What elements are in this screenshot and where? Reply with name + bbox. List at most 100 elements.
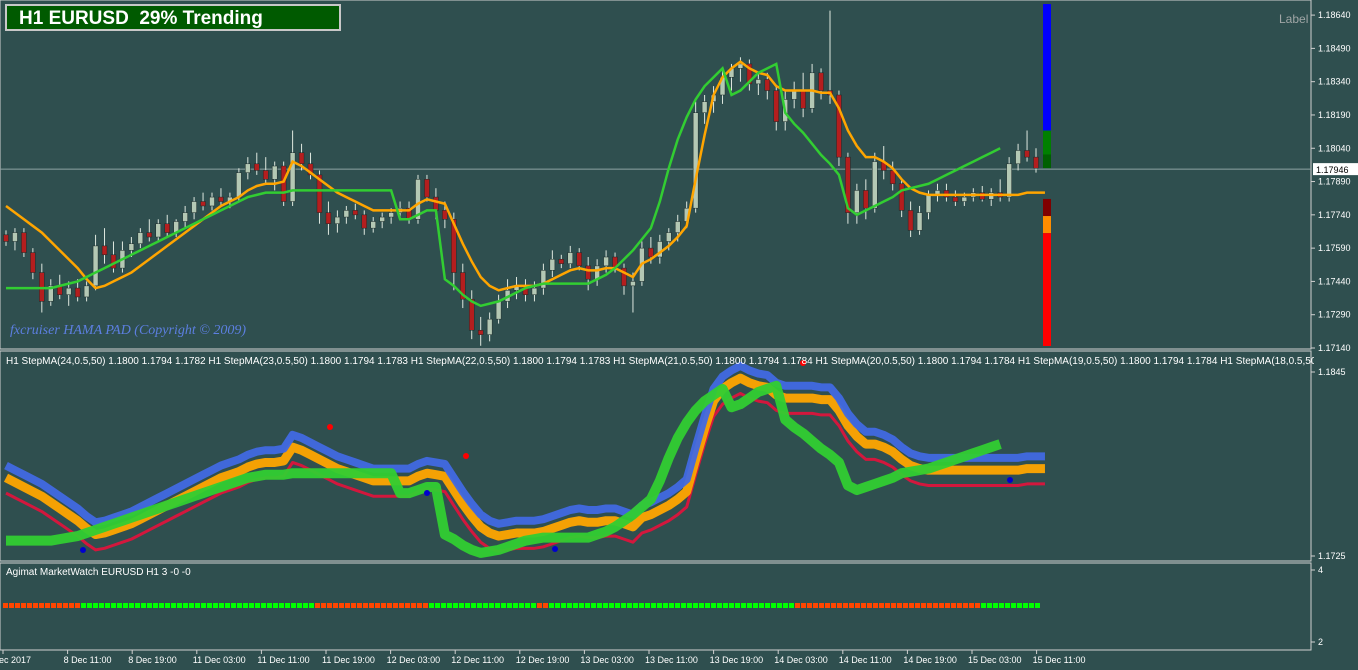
marketwatch-dot: [387, 603, 392, 608]
marketwatch-dot: [159, 603, 164, 608]
marketwatch-dot: [183, 603, 188, 608]
marketwatch-dot: [3, 603, 8, 608]
candle-body: [137, 232, 144, 244]
marketwatch-dot: [783, 603, 788, 608]
marketwatch-dot: [297, 603, 302, 608]
marketwatch-dot: [549, 603, 554, 608]
candle-body: [1024, 150, 1030, 158]
marketwatch-dot: [81, 603, 86, 608]
marketwatch-dot: [765, 603, 770, 608]
marketwatch-dot: [849, 603, 854, 608]
marketwatch-dot: [243, 603, 248, 608]
candle-body: [101, 245, 108, 256]
marketwatch-dot: [861, 603, 866, 608]
marketwatch-dot: [369, 603, 374, 608]
marketwatch-dot: [597, 603, 602, 608]
marketwatch-dot: [927, 603, 932, 608]
marketwatch-dot: [447, 603, 452, 608]
marketwatch-dot: [237, 603, 242, 608]
marketwatch-dot: [705, 603, 710, 608]
marketwatch-dot: [813, 603, 818, 608]
marketwatch-dot: [981, 603, 986, 608]
marketwatch-dot: [579, 603, 584, 608]
candle-body: [818, 72, 824, 91]
candle-body: [271, 165, 278, 180]
marketwatch-dot: [339, 603, 344, 608]
marketwatch-dot: [945, 603, 950, 608]
time-tick-label: 11 Dec 11:00: [257, 655, 309, 665]
marketwatch-dot: [429, 603, 434, 608]
marketwatch-dot: [567, 603, 572, 608]
marketwatch-dot: [909, 603, 914, 608]
time-tick-label: 11 Dec 03:00: [193, 655, 246, 665]
marketwatch-dot: [741, 603, 746, 608]
candle-body: [334, 216, 341, 224]
marketwatch-dot: [399, 603, 404, 608]
candle-body: [916, 212, 923, 231]
marketwatch-dot: [855, 603, 860, 608]
marketwatch-dot: [381, 603, 386, 608]
marketwatch-dot: [807, 603, 812, 608]
strength-bar-segment: [1043, 233, 1051, 346]
candle-body: [352, 210, 359, 216]
marketwatch-dot: [879, 603, 884, 608]
candle-body: [92, 245, 99, 287]
marketwatch-dot: [489, 603, 494, 608]
marketwatch-dot: [753, 603, 758, 608]
price-tick-label: 1.18040: [1318, 143, 1351, 153]
time-tick-label: 13 Dec 19:00: [710, 655, 764, 665]
marketwatch-dot: [177, 603, 182, 608]
candle-body: [1015, 150, 1021, 165]
marketwatch-dot: [207, 603, 212, 608]
marketwatch-dot: [129, 603, 134, 608]
candle-body: [1006, 163, 1012, 198]
stepma-tick-label: 1.1845: [1318, 367, 1346, 377]
marketwatch-dot: [39, 603, 44, 608]
stepma-signal-dot: [327, 424, 333, 430]
candle-body: [576, 252, 582, 267]
marketwatch-dot: [465, 603, 470, 608]
marketwatch-dot: [513, 603, 518, 608]
marketwatch-dot: [195, 603, 200, 608]
marketwatch-dot: [291, 603, 296, 608]
marketwatch-dot: [573, 603, 578, 608]
candle-body: [630, 281, 636, 287]
marketwatch-dot: [201, 603, 206, 608]
time-tick-label: 11 Dec 19:00: [322, 655, 375, 665]
candle-body: [200, 201, 206, 207]
marketwatch-dot: [603, 603, 608, 608]
marketwatch-dot: [45, 603, 50, 608]
marketwatch-dot: [51, 603, 56, 608]
marketwatch-dot: [321, 603, 326, 608]
marketwatch-dot: [99, 603, 104, 608]
marketwatch-dot: [441, 603, 446, 608]
marketwatch-dot: [189, 603, 194, 608]
price-tick-label: 1.17740: [1318, 210, 1351, 220]
candle-body: [755, 79, 762, 85]
candle-body: [585, 265, 591, 280]
marketwatch-dot: [999, 603, 1004, 608]
candle-body: [245, 163, 251, 173]
marketwatch-tick-label: 2: [1318, 637, 1323, 647]
marketwatch-dot: [345, 603, 350, 608]
marketwatch-dot: [519, 603, 524, 608]
candle-body: [567, 252, 574, 264]
price-tick-label: 1.17290: [1318, 310, 1351, 320]
marketwatch-dot: [63, 603, 68, 608]
marketwatch-dot: [1035, 603, 1040, 608]
candle-body: [549, 258, 556, 271]
marketwatch-dot: [921, 603, 926, 608]
candle-body: [155, 223, 162, 238]
marketwatch-dot: [951, 603, 956, 608]
marketwatch-dot: [819, 603, 824, 608]
marketwatch-dot: [663, 603, 668, 608]
marketwatch-dot: [591, 603, 596, 608]
marketwatch-dot: [621, 603, 626, 608]
marketwatch-dot: [1017, 603, 1022, 608]
candle-body: [952, 196, 959, 202]
marketwatch-dot: [9, 603, 14, 608]
marketwatch-dot: [897, 603, 902, 608]
marketwatch-dot: [633, 603, 638, 608]
label-text: Label: [1279, 12, 1309, 26]
marketwatch-dot: [969, 603, 974, 608]
